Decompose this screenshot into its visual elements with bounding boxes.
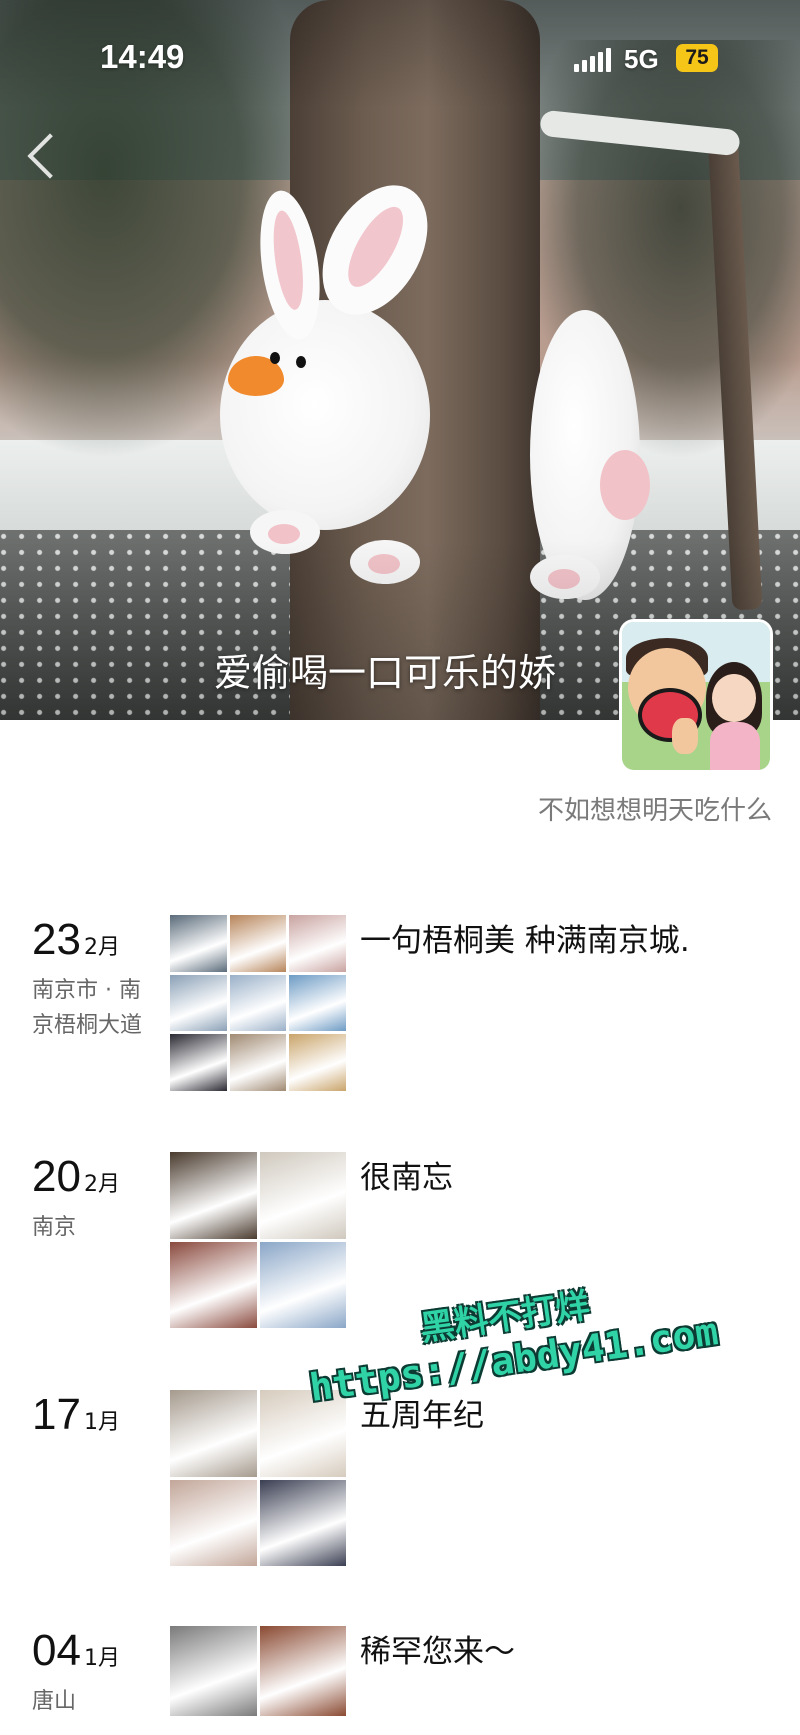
post-day: 20	[32, 1152, 81, 1201]
post-thumbnail-grid[interactable]	[170, 1626, 346, 1716]
post-photo[interactable]	[259, 1390, 346, 1477]
post-photo[interactable]	[289, 1034, 346, 1091]
post-photo[interactable]	[229, 915, 287, 972]
post-thumbnail-grid[interactable]	[170, 1390, 346, 1566]
post-month: 2月	[83, 935, 120, 960]
post-month: 1月	[83, 1646, 120, 1671]
post-thumbnail-grid[interactable]	[170, 915, 346, 1091]
post-thumbnail-grid[interactable]	[170, 1152, 346, 1328]
post-photo[interactable]	[170, 1241, 257, 1328]
post-day: 17	[32, 1390, 81, 1439]
post-location[interactable]: 唐山	[32, 1684, 157, 1719]
post-photo[interactable]	[170, 1390, 257, 1477]
post-day: 04	[32, 1626, 81, 1675]
post-date: 20 2月	[32, 1152, 120, 1202]
post-item[interactable]: 20 2月 南京 很南忘	[0, 1152, 800, 1332]
signal-icon	[574, 44, 614, 72]
post-photo[interactable]	[170, 1626, 257, 1716]
moments-profile-page: 14:49 5G 75 爱偷喝一口可乐的娇 不如想想明天吃什么 23 2月 南京市…	[0, 0, 800, 1735]
post-text: 稀罕您来～	[360, 1634, 515, 1670]
post-photo[interactable]	[259, 1152, 346, 1239]
post-photo[interactable]	[170, 915, 227, 972]
post-photo[interactable]	[170, 974, 227, 1032]
network-label: 5G	[624, 44, 659, 74]
avatar[interactable]	[622, 622, 770, 770]
post-photo[interactable]	[170, 1034, 227, 1091]
post-photo[interactable]	[229, 974, 287, 1032]
post-photo[interactable]	[259, 1241, 346, 1328]
post-location[interactable]: 南京市 · 南京梧桐大道	[32, 973, 157, 1043]
post-month: 1月	[83, 1410, 120, 1435]
post-photo[interactable]	[170, 1479, 257, 1566]
post-text: 一句梧桐美 种满南京城.	[360, 923, 690, 959]
post-photo[interactable]	[229, 1034, 287, 1091]
post-text: 五周年纪	[360, 1398, 484, 1434]
post-date: 17 1月	[32, 1390, 120, 1440]
post-photo[interactable]	[259, 1479, 346, 1566]
post-day: 23	[32, 915, 81, 964]
post-location[interactable]: 南京	[32, 1210, 157, 1245]
status-time: 14:49	[100, 38, 185, 75]
battery-icon: 75	[676, 44, 718, 72]
post-item[interactable]: 04 1月 唐山 稀罕您来～	[0, 1626, 800, 1735]
post-text: 很南忘	[360, 1160, 453, 1196]
post-photo[interactable]	[170, 1152, 257, 1239]
post-date: 04 1月	[32, 1626, 120, 1676]
user-name: 爱偷喝一口可乐的娇	[214, 651, 557, 695]
post-month: 2月	[83, 1172, 120, 1197]
post-item[interactable]: 17 1月 五周年纪	[0, 1390, 800, 1570]
post-photo[interactable]	[289, 974, 346, 1032]
status-bar: 14:49 5G 75	[0, 0, 800, 110]
signature: 不如想想明天吃什么	[537, 796, 772, 826]
post-date: 23 2月	[32, 915, 120, 965]
post-item[interactable]: 23 2月 南京市 · 南京梧桐大道 一句梧桐美 种满南京城.	[0, 915, 800, 1095]
post-photo[interactable]	[289, 915, 346, 972]
post-photo[interactable]	[259, 1626, 346, 1716]
